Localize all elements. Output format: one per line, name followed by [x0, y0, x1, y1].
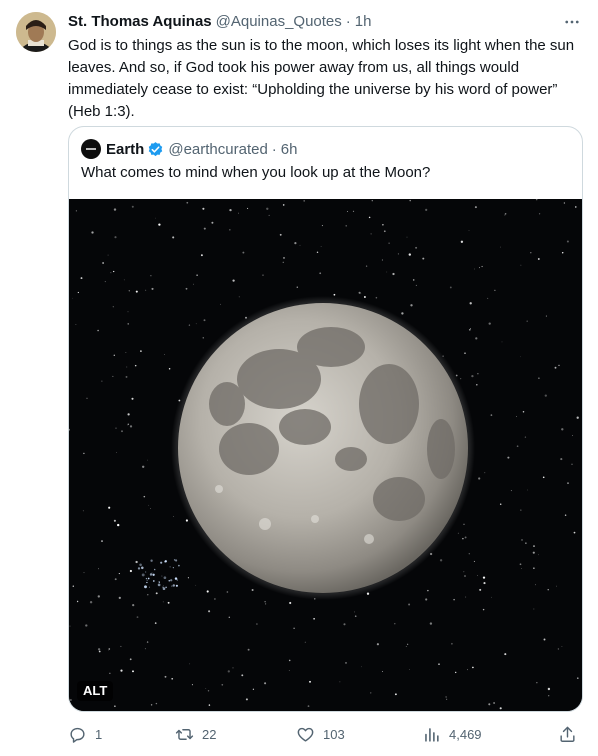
author-handle[interactable]: @Aquinas_Quotes	[216, 13, 342, 30]
tweet-timestamp[interactable]: 1h	[355, 13, 372, 30]
moon-photo[interactable]: ALT	[69, 199, 582, 711]
share-icon	[560, 726, 575, 742]
quoted-author-name: Earth	[106, 140, 145, 158]
views-bar-chart-icon	[425, 727, 439, 742]
tweet-actions-bar: 1 22 103 4,469	[58, 720, 588, 748]
share-button[interactable]	[558, 720, 577, 748]
quoted-author-avatar	[81, 139, 101, 159]
quoted-tweet-text: What comes to mind when you look up at t…	[81, 164, 431, 181]
alt-text-badge[interactable]: ALT	[77, 681, 114, 701]
like-count: 103	[323, 726, 345, 742]
tweet-header: St. Thomas Aquinas @Aquinas_Quotes · 1h	[68, 11, 582, 31]
author-avatar[interactable]	[16, 12, 56, 52]
quoted-tweet[interactable]: Earth @earthcurated · 6h What comes to m…	[68, 126, 583, 712]
quoted-separator-dot: ·	[271, 140, 277, 158]
quoted-timestamp: 6h	[280, 140, 298, 158]
retweet-button[interactable]: 22	[175, 720, 216, 748]
author-name[interactable]: St. Thomas Aquinas	[68, 13, 212, 30]
retweet-count: 22	[202, 726, 217, 742]
quoted-author-handle: @earthcurated	[168, 140, 268, 158]
views-count: 4,469	[449, 726, 482, 742]
heart-icon	[297, 727, 314, 742]
verified-badge-icon	[149, 141, 163, 156]
tweet[interactable]: St. Thomas Aquinas @Aquinas_Quotes · 1h …	[0, 0, 598, 756]
reply-count: 1	[95, 726, 103, 742]
reply-button[interactable]: 1	[68, 720, 102, 748]
views-button[interactable]: 4,469	[422, 720, 482, 748]
retweet-icon	[175, 728, 194, 740]
more-dots-icon[interactable]	[562, 12, 582, 32]
tweet-text: God is to things as the sun is to the mo…	[68, 37, 575, 120]
separator-dot: ·	[345, 12, 351, 30]
quoted-tweet-header: Earth @earthcurated · 6h	[81, 139, 297, 159]
like-button[interactable]: 103	[296, 720, 345, 748]
reply-icon	[70, 727, 85, 743]
